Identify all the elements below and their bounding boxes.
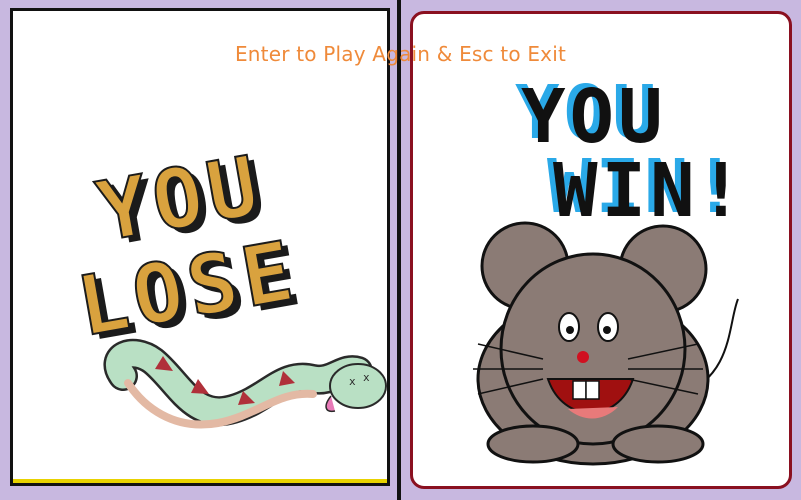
lose-panel: YOU YOU LOSE LOSE x x: [10, 8, 390, 486]
mouse-image: [473, 221, 739, 466]
win-panel: YOU YOU WIN! WIN!: [410, 11, 792, 489]
win-line2: WIN!: [553, 148, 747, 234]
svg-text:x: x: [363, 371, 370, 384]
svg-text:x: x: [349, 375, 356, 388]
win-art: YOU YOU WIN! WIN!: [473, 70, 747, 466]
lose-art: YOU YOU LOSE LOSE x x: [70, 137, 387, 429]
lose-panel-bottom-bar: [13, 479, 387, 483]
panel-divider: [397, 0, 401, 500]
dead-snake-image: x x: [103, 338, 387, 429]
play-again-prompt: Enter to Play Again & Esc to Exit: [234, 42, 567, 66]
